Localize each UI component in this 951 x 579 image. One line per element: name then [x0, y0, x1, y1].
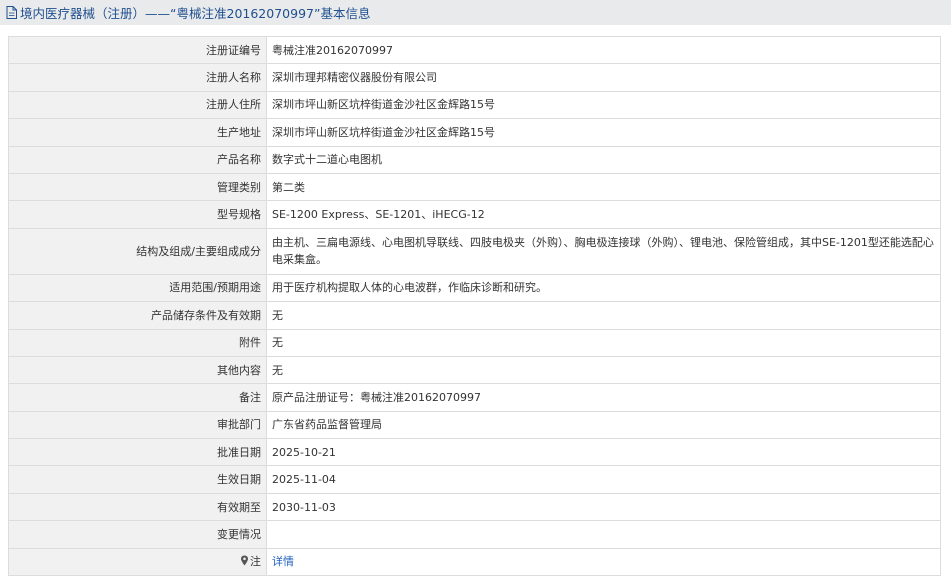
row-label: 其他内容: [8, 355, 267, 385]
row-value: 原产品注册证号：粤械注准20162070997: [266, 383, 941, 412]
row-value: 无: [266, 355, 941, 385]
row-label: 管理类别: [8, 172, 267, 202]
row-label: 结构及组成/主要组成成分: [8, 227, 267, 275]
table-row: 注册人住所 深圳市坪山新区坑梓街道金沙社区金辉路15号: [8, 90, 941, 120]
row-value: 由主机、三扁电源线、心电图机导联线、四肢电极夹（外购）、胸电极连接球（外购）、锂…: [266, 227, 941, 275]
header-title: ——“粤械注准20162070997”基本信息: [145, 6, 371, 21]
note-value-cell: 详情: [266, 547, 941, 577]
table-row: 注册证编号 粤械注准20162070997: [8, 35, 941, 65]
header-category: 境内医疗器械（注册）: [20, 6, 146, 21]
info-table: 注册证编号 粤械注准20162070997 注册人名称 深圳市理邦精密仪器股份有…: [8, 35, 941, 577]
row-value: 2025-11-04: [266, 465, 941, 494]
note-label-cell: 注: [8, 547, 267, 577]
row-value: 无: [266, 328, 941, 357]
table-row: 适用范围/预期用途 用于医疗机构提取人体的心电波群，作临床诊断和研究。: [8, 273, 941, 303]
row-label: 适用范围/预期用途: [8, 273, 267, 303]
document-icon: [6, 6, 17, 19]
row-value: 粤械注准20162070997: [266, 35, 941, 65]
row-value: 深圳市坪山新区坑梓街道金沙社区金辉路15号: [266, 90, 941, 120]
row-value: 深圳市理邦精密仪器股份有限公司: [266, 63, 941, 92]
table-row: 附件 无: [8, 328, 941, 357]
table-row: 生效日期 2025-11-04: [8, 465, 941, 494]
row-value: 无: [266, 301, 941, 330]
row-value: 数字式十二道心电图机: [266, 145, 941, 174]
table-row: 批准日期 2025-10-21: [8, 438, 941, 467]
row-label: 附件: [8, 328, 267, 357]
row-value: [266, 520, 941, 549]
table-row: 管理类别 第二类: [8, 172, 941, 202]
table-row: 备注 原产品注册证号：粤械注准20162070997: [8, 383, 941, 412]
row-value: 深圳市坪山新区坑梓街道金沙社区金辉路15号: [266, 118, 941, 147]
table-row: 其他内容 无: [8, 355, 941, 385]
row-label: 生产地址: [8, 118, 267, 147]
table-row: 注 详情: [8, 547, 941, 577]
row-label: 生效日期: [8, 465, 267, 494]
row-label: 审批部门: [8, 410, 267, 440]
row-label: 注: [250, 555, 261, 569]
table-row: 型号规格 SE-1200 Express、SE-1201、iHECG-12: [8, 200, 941, 229]
row-label: 注册人住所: [8, 90, 267, 120]
table-row: 产品名称 数字式十二道心电图机: [8, 145, 941, 174]
table-row: 结构及组成/主要组成成分 由主机、三扁电源线、心电图机导联线、四肢电极夹（外购）…: [8, 227, 941, 275]
row-value: 2025-10-21: [266, 438, 941, 467]
row-label: 产品名称: [8, 145, 267, 174]
row-label: 变更情况: [8, 520, 267, 549]
row-label: 批准日期: [8, 438, 267, 467]
row-value: 2030-11-03: [266, 492, 941, 522]
row-value: 第二类: [266, 172, 941, 202]
page-header: 境内医疗器械（注册） ——“粤械注准20162070997”基本信息: [0, 0, 951, 25]
table-row: 变更情况: [8, 520, 941, 549]
row-label: 注册证编号: [8, 35, 267, 65]
table-row: 产品储存条件及有效期 无: [8, 301, 941, 330]
row-label: 备注: [8, 383, 267, 412]
table-row: 有效期至 2030-11-03: [8, 492, 941, 522]
row-value: 用于医疗机构提取人体的心电波群，作临床诊断和研究。: [266, 273, 941, 303]
info-table-container: 注册证编号 粤械注准20162070997 注册人名称 深圳市理邦精密仪器股份有…: [8, 35, 941, 577]
row-label: 产品储存条件及有效期: [8, 301, 267, 330]
row-label: 有效期至: [8, 492, 267, 522]
table-row: 生产地址 深圳市坪山新区坑梓街道金沙社区金辉路15号: [8, 118, 941, 147]
table-row: 注册人名称 深圳市理邦精密仪器股份有限公司: [8, 63, 941, 92]
map-pin-icon: [241, 555, 248, 566]
row-label: 型号规格: [8, 200, 267, 229]
row-value: 广东省药品监督管理局: [266, 410, 941, 440]
details-link[interactable]: 详情: [272, 555, 294, 568]
row-label: 注册人名称: [8, 63, 267, 92]
table-row: 审批部门 广东省药品监督管理局: [8, 410, 941, 440]
row-value: SE-1200 Express、SE-1201、iHECG-12: [266, 200, 941, 229]
